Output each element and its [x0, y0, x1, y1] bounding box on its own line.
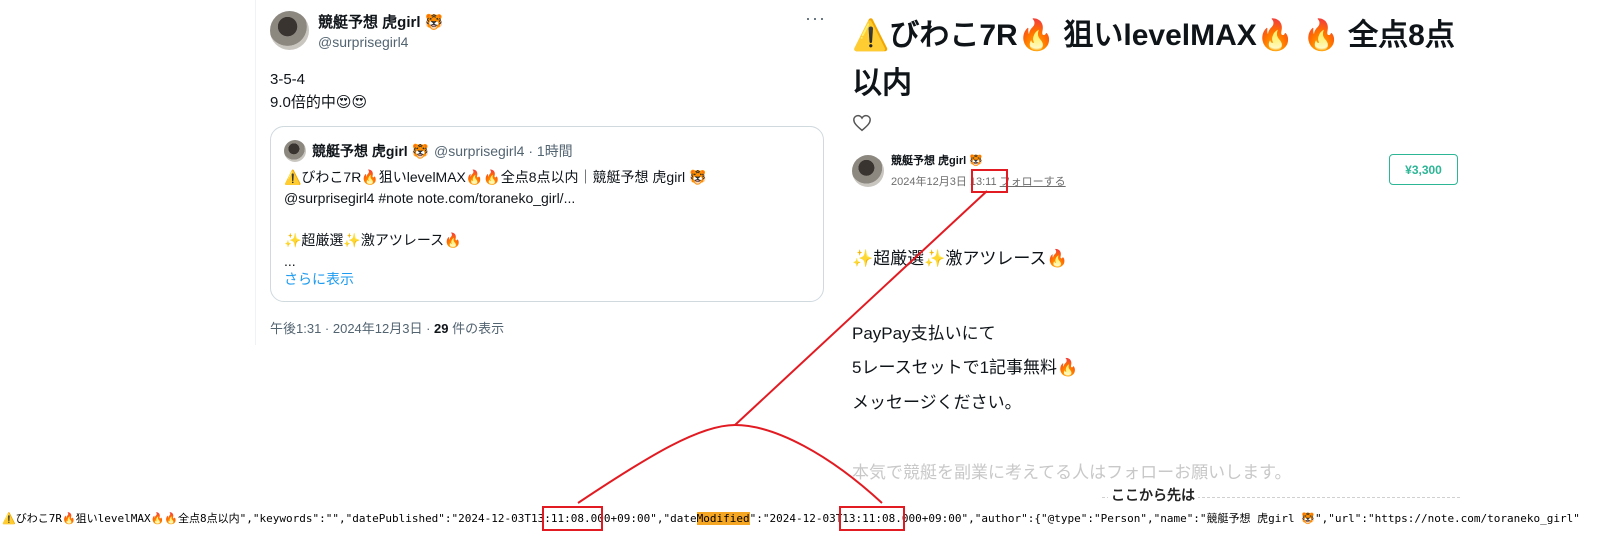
- annotation-lines: [577, 190, 988, 504]
- annotation-line: [734, 190, 988, 426]
- annotation-curve: [577, 423, 883, 504]
